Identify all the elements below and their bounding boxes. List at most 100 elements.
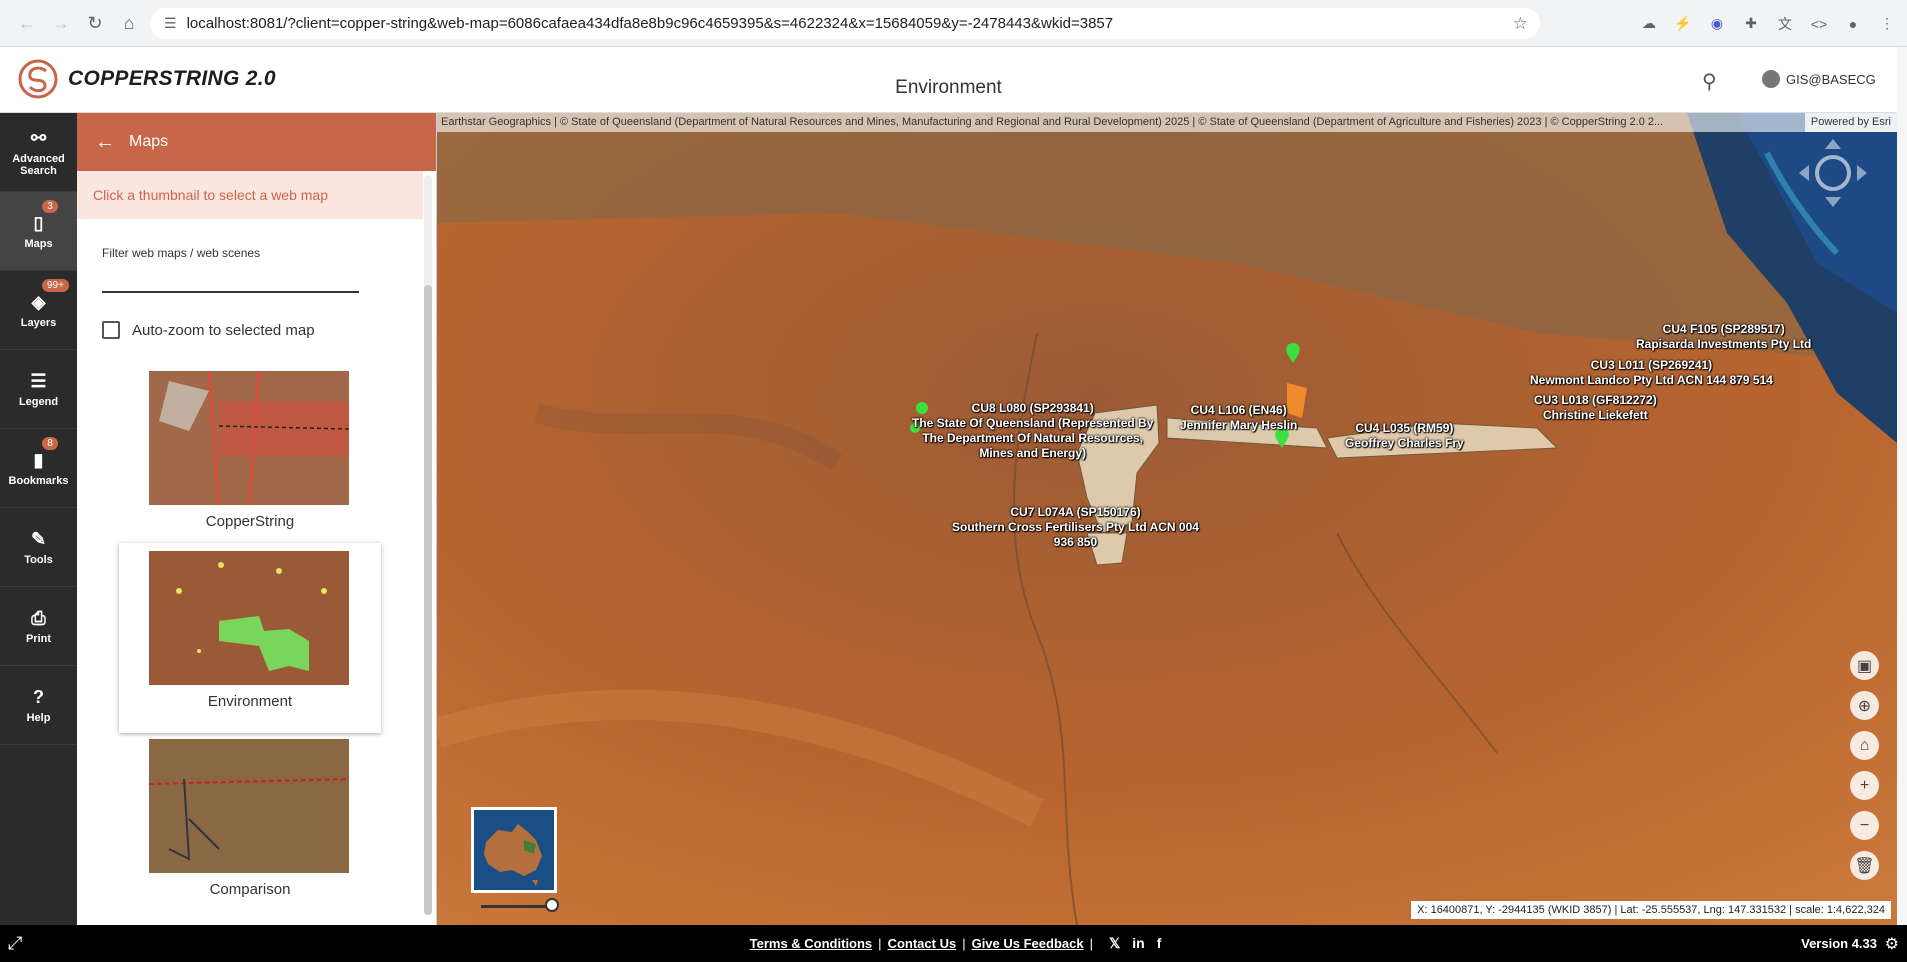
wrench-icon: ✎ — [30, 528, 47, 549]
parcel-label-text: CU3 L018 (GF812272) Christine Liekefett — [1534, 393, 1657, 422]
map-tool-stack: ▣ ⊕ ⌂ + − 🗑 — [1850, 651, 1879, 880]
scroll-thumb[interactable] — [424, 285, 432, 915]
rail-item-layers[interactable]: 99+ ◈ Layers — [0, 271, 77, 350]
layers-badge: 99+ — [42, 279, 69, 292]
bookmark-star-icon[interactable]: ☆ — [1513, 14, 1528, 34]
overview-slider-knob[interactable] — [545, 898, 559, 912]
rail-item-bookmarks[interactable]: 8 ▮ Bookmarks — [0, 429, 77, 508]
address-bar[interactable]: ☰ localhost:8081/?client=copper-string&w… — [150, 8, 1540, 39]
x-icon[interactable]: 𝕏 — [1109, 935, 1120, 952]
map-card-label: Environment — [207, 693, 293, 710]
settings-icon[interactable]: ⚙ — [1885, 934, 1899, 954]
panel-hint: Click a thumbnail to select a web map — [77, 171, 423, 219]
panel-title: Maps — [129, 133, 169, 150]
overview-slider[interactable] — [481, 905, 551, 908]
linkedin-icon[interactable]: in — [1132, 935, 1144, 952]
url-text: localhost:8081/?client=copper-string&web… — [186, 15, 1114, 32]
rail-item-label: Legend — [18, 395, 59, 408]
back-arrow-icon[interactable]: ← — [95, 131, 115, 154]
copperstring-thumbnail[interactable] — [149, 371, 349, 505]
rail-item-legend[interactable]: ☰ Legend — [0, 350, 77, 429]
rail-item-label: Bookmarks — [8, 474, 69, 487]
map-card-copperstring[interactable]: CopperString — [119, 363, 381, 553]
maps-badge: 3 — [42, 200, 58, 213]
reload-icon[interactable]: ↻ — [78, 6, 112, 40]
map-view[interactable]: Earthstar Geographics | © State of Queen… — [437, 113, 1897, 925]
home-icon[interactable]: ⌂ — [112, 6, 146, 40]
profile-icon[interactable]: ● — [1843, 14, 1863, 34]
page-title: Environment — [895, 77, 1002, 98]
maps-panel: ← Maps Click a thumbnail to select a web… — [77, 113, 437, 925]
parcel-label: CU7 L074A (SP150176) Southern Cross Fert… — [952, 505, 1199, 550]
parcel-label-text: CU8 L080 (SP293841) The State Of Queensl… — [912, 401, 1154, 460]
site-info-icon[interactable]: ☰ — [164, 15, 177, 32]
map-card-environment[interactable]: Environment — [119, 543, 381, 733]
locate-icon[interactable]: ⊕ — [1850, 691, 1879, 720]
back-icon[interactable]: ← — [10, 6, 44, 40]
footer-separator: | — [1089, 936, 1093, 951]
navigation-compass-icon[interactable] — [1793, 133, 1873, 213]
extension-icon[interactable]: ◉ — [1707, 14, 1727, 34]
home-extent-icon[interactable]: ⌂ — [1850, 731, 1879, 760]
version-label: Version 4.33 — [1801, 936, 1877, 951]
zoom-out-icon[interactable]: − — [1850, 811, 1879, 840]
terms-link[interactable]: Terms & Conditions — [750, 936, 873, 951]
panel-scrollbar[interactable] — [424, 175, 432, 915]
parcel-label-text: CU3 L011 (SP269241) Newmont Landco Pty L… — [1530, 358, 1773, 387]
fullscreen-icon[interactable]: ⤢ — [8, 933, 22, 954]
overview-map[interactable] — [471, 807, 557, 893]
contact-link[interactable]: Contact Us — [888, 936, 957, 951]
bookmarks-badge: 8 — [42, 437, 58, 450]
autozoom-option[interactable]: Auto-zoom to selected map — [102, 321, 315, 339]
browser-toolbar: ← → ↻ ⌂ ☰ localhost:8081/?client=copper-… — [0, 0, 1907, 47]
trash-icon[interactable]: 🗑 — [1850, 851, 1879, 880]
basemap-icon[interactable]: ▣ — [1850, 651, 1879, 680]
feedback-link[interactable]: Give Us Feedback — [972, 936, 1084, 951]
filter-input[interactable] — [102, 265, 359, 293]
puzzle-icon[interactable]: ✚ — [1741, 14, 1761, 34]
menu-dots-icon[interactable]: ⋮ — [1877, 14, 1897, 34]
map-card-comparison[interactable]: Comparison — [119, 731, 381, 921]
rail-item-print[interactable]: ⎙ Print — [0, 587, 77, 666]
map-card-label: CopperString — [205, 513, 295, 530]
parcel-label: CU4 L106 (EN46) Jennifer Mary Heslin — [1180, 403, 1297, 433]
map-attribution: Earthstar Geographics | © State of Queen… — [437, 113, 1897, 132]
facebook-icon[interactable]: f — [1157, 935, 1162, 952]
binoculars-icon: ⚯ — [30, 127, 47, 148]
parcel-label: CU3 L011 (SP269241) Newmont Landco Pty L… — [1530, 358, 1773, 388]
panel-header: ← Maps — [77, 113, 436, 171]
comparison-thumbnail[interactable] — [149, 739, 349, 873]
layers-icon: ◈ — [31, 291, 46, 312]
bookmark-icon: ▮ — [33, 449, 44, 470]
parcel-label-text: CU4 L106 (EN46) Jennifer Mary Heslin — [1180, 403, 1298, 432]
avatar — [1762, 70, 1780, 88]
search-icon[interactable]: ⚲ — [1702, 69, 1717, 94]
rail-item-label: Advanced Search — [12, 152, 65, 177]
rail-item-help[interactable]: ? Help — [0, 666, 77, 745]
translate-icon[interactable]: 文 — [1775, 14, 1795, 34]
left-rail: ⚯ Advanced Search 3 ▯ Maps 99+ ◈ Layers … — [0, 113, 77, 925]
zoom-in-icon[interactable]: + — [1850, 771, 1879, 800]
rail-item-label: Layers — [20, 316, 57, 329]
autozoom-checkbox[interactable] — [102, 321, 120, 339]
help-icon: ? — [33, 686, 44, 707]
printer-icon: ⎙ — [31, 607, 46, 628]
page-scrollbar[interactable] — [1897, 47, 1907, 925]
rail-item-advanced-search[interactable]: ⚯ Advanced Search — [0, 113, 77, 192]
powered-by[interactable]: Powered by Esri — [1804, 113, 1897, 132]
extension-icon[interactable]: ☁ — [1639, 14, 1659, 34]
devtools-icon[interactable]: <> — [1809, 14, 1829, 34]
rail-item-tools[interactable]: ✎ Tools — [0, 508, 77, 587]
extension-icon[interactable]: ⚡ — [1673, 14, 1693, 34]
list-icon: ☰ — [30, 370, 47, 391]
attribution-text: Earthstar Geographics | © State of Queen… — [441, 116, 1664, 128]
parcel-label: CU4 F105 (SP289517) Rapisarda Investment… — [1636, 322, 1811, 352]
forward-icon[interactable]: → — [44, 6, 78, 40]
coordinate-readout: X: 16400871, Y: -2944135 (WKID 3857) | L… — [1411, 901, 1891, 919]
footer: ⤢ Terms & Conditions | Contact Us | Give… — [0, 925, 1907, 962]
rail-item-label: Help — [26, 711, 51, 724]
user-menu[interactable]: GIS@BASECG — [1762, 70, 1876, 88]
rail-item-maps[interactable]: 3 ▯ Maps — [0, 192, 77, 271]
footer-separator: | — [878, 936, 882, 951]
environment-thumbnail[interactable] — [149, 551, 349, 685]
